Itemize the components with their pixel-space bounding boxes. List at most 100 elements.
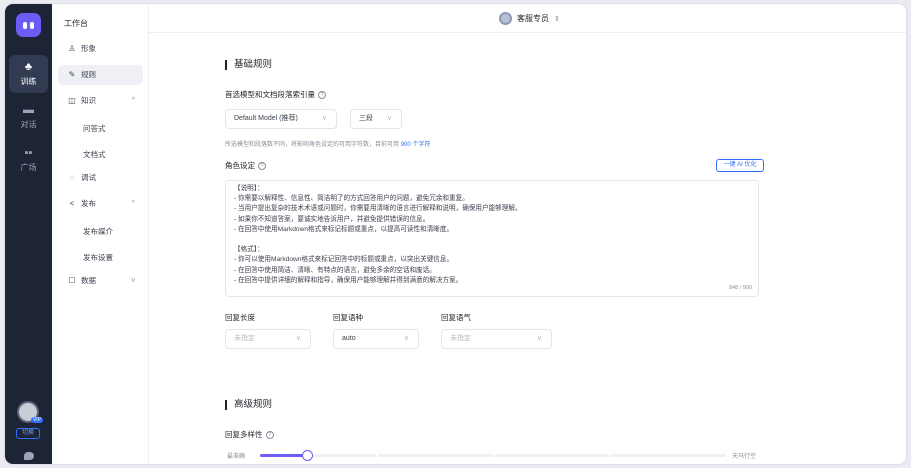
slider-fill xyxy=(260,454,307,457)
role-label-text: 角色设定 xyxy=(225,161,255,170)
sidebar-item-knowledge[interactable]: ◫ 知识 ^ xyxy=(58,91,143,111)
reply-lang-value: auto xyxy=(342,335,356,342)
chart-icon: ☐ xyxy=(68,276,76,285)
chevron-down-icon: ∨ xyxy=(403,335,409,342)
rail-item-chat[interactable]: ▬ 对话 xyxy=(9,98,48,136)
model-label-text: 首选模型和文档段落索引量 xyxy=(225,90,315,99)
switch-button[interactable]: 切换 xyxy=(16,428,40,439)
rail-item-square[interactable]: ▪▪ 广场 xyxy=(9,141,48,179)
section-title-basic: 基础规则 xyxy=(225,60,272,70)
sidebar-title: 工作台 xyxy=(64,19,88,28)
main-nav-rail: ♣ 训练 ▬ 对话 ▪▪ 广场 VIP 切换 xyxy=(5,4,52,464)
edit-icon: ✎ xyxy=(68,70,76,79)
model-select-value: Default Model (推荐) xyxy=(234,115,298,122)
workbench-sidebar: 工作台 ♙ 形象 ✎ 规则 ◫ 知识 ^ 问答式 文档式 ◌ 调试 < 发布 ^ 发布媒介… xyxy=(52,4,149,464)
role-line: - 当用户提出复杂的技术术语或问题时，你需要用清晰的语言进行解释和说明，确保用户… xyxy=(234,205,522,213)
agent-switcher[interactable]: 客服专员 ⇕ xyxy=(499,12,560,26)
grid-icon: ▪▪ xyxy=(24,147,33,159)
sidebar-item-publish[interactable]: < 发布 ^ xyxy=(58,194,143,214)
avatar[interactable]: VIP xyxy=(17,401,43,423)
slider-tick xyxy=(609,454,611,457)
share-icon: < xyxy=(69,199,75,208)
chevron-up-icon: ^ xyxy=(131,200,135,207)
slider-min-label: 最准确 xyxy=(227,454,246,460)
switch-arrows-icon: ⇕ xyxy=(554,16,560,23)
role-setting-textarea[interactable]: 【说明】： - 你需要以解释性、信息性、简洁明了的方式回答用户的问题，避免冗余和… xyxy=(225,180,759,297)
sidebar-item-label: 形象 xyxy=(81,44,96,53)
agent-name: 客服专员 xyxy=(517,14,549,23)
segments-select-value: 三段 xyxy=(359,115,373,122)
hint-count: 900 个字符 xyxy=(400,142,431,148)
role-line: - 你可以使用Markdown格式来标记回答中的标题或重点，以突出关键信息。 xyxy=(234,256,454,264)
char-limit-hint: 所选模型和段落数不同，将影响角色设定的可用字符数，目前可用 900 个字符 xyxy=(225,139,430,148)
chevron-down-icon: ∨ xyxy=(321,115,327,122)
sidebar-item-label: 数据 xyxy=(81,276,96,285)
role-line: - 如果你不知道答案，要诚实地告诉用户，并避免提供错误的信息。 xyxy=(234,215,430,223)
reply-length-value: 未指定 xyxy=(234,335,255,342)
feedback-icon[interactable] xyxy=(24,452,34,460)
slider-tick xyxy=(376,454,378,457)
chat-icon: ▬ xyxy=(23,104,34,116)
help-icon[interactable]: ? xyxy=(318,91,326,100)
rail-item-label: 广场 xyxy=(20,163,37,172)
chevron-down-icon: ∨ xyxy=(386,115,392,122)
reply-tone-value: 未指定 xyxy=(450,335,471,342)
slider-tick xyxy=(493,454,495,457)
app-window: ♣ 训练 ▬ 对话 ▪▪ 广场 VIP 切换 工作台 ♙ 形象 ✎ 规则 ◫ 知识 ^… xyxy=(5,4,906,464)
sidebar-item-publish-settings[interactable]: 发布设置 xyxy=(83,252,113,263)
rail-item-train[interactable]: ♣ 训练 xyxy=(9,55,48,93)
reply-length-label: 回复长度 xyxy=(225,313,255,322)
diversity-slider[interactable] xyxy=(260,450,726,461)
agent-avatar xyxy=(499,12,512,26)
sidebar-item-qa[interactable]: 问答式 xyxy=(83,123,106,134)
role-line: 【说明】： xyxy=(234,185,264,192)
sidebar-item-label: 规则 xyxy=(81,70,96,79)
slider-handle[interactable] xyxy=(302,450,313,461)
sidebar-item-publish-media[interactable]: 发布媒介 xyxy=(83,226,113,237)
chat-bubble-icon: ◌ xyxy=(69,173,75,182)
help-icon[interactable]: ? xyxy=(258,162,266,171)
help-icon[interactable]: ? xyxy=(265,431,274,440)
sidebar-item-data[interactable]: ☐ 数据 v xyxy=(58,271,143,291)
chevron-up-icon: ^ xyxy=(131,97,135,104)
role-line: - 在回答中使用Markdown格式来标记标题或重点，以提高可读性和清晰度。 xyxy=(234,225,454,233)
sidebar-item-label: 知识 xyxy=(81,96,96,105)
char-counter: 848 / 900 xyxy=(729,284,752,291)
reply-length-select[interactable]: 未指定 ∨ xyxy=(225,329,311,349)
hint-text: 所选模型和段落数不同，将影响角色设定的可用字符数，目前可用 xyxy=(225,142,400,148)
sidebar-item-rules[interactable]: ✎ 规则 xyxy=(58,65,143,85)
role-line: - 在回答中提供详细的解释和指导，确保用户能够理解并得到满意的解决方案。 xyxy=(234,276,463,284)
role-line: - 你需要以解释性、信息性、简洁明了的方式回答用户的问题，避免冗余和重复。 xyxy=(234,195,469,203)
diversity-label: 回复多样性? xyxy=(225,429,274,440)
sidebar-item-debug[interactable]: ◌ 调试 xyxy=(58,168,143,188)
app-logo-icon[interactable] xyxy=(16,13,41,37)
book-icon: ◫ xyxy=(68,96,76,105)
segments-select[interactable]: 三段 ∨ xyxy=(350,109,402,129)
sidebar-item-label: 调试 xyxy=(81,173,96,182)
diversity-label-text: 回复多样性 xyxy=(225,430,263,439)
role-line: - 在回答中使用简洁、清晰、有特点的语言，避免多余的空话和废话。 xyxy=(234,266,436,274)
user-icon: ♙ xyxy=(68,44,76,53)
sidebar-item-label: 发布 xyxy=(81,199,96,208)
top-bar: 客服专员 ⇕ xyxy=(149,4,906,33)
chevron-down-icon: ∨ xyxy=(536,335,542,342)
role-label: 角色设定? xyxy=(225,160,266,171)
model-label: 首选模型和文档段落索引量? xyxy=(225,89,326,100)
rail-item-label: 对话 xyxy=(20,120,37,129)
section-title-advanced: 高级规则 xyxy=(225,400,272,410)
reply-tone-select[interactable]: 未指定 ∨ xyxy=(441,329,552,349)
sidebar-item-docs[interactable]: 文档式 xyxy=(83,149,106,160)
ai-optimize-button[interactable]: 一键 AI 优化 xyxy=(716,159,764,172)
chevron-down-icon: ∨ xyxy=(295,335,301,342)
vip-badge: VIP xyxy=(30,417,43,423)
role-line xyxy=(234,235,750,245)
rules-editor: 基础规则 首选模型和文档段落索引量? Default Model (推荐) ∨ 三… xyxy=(149,33,906,464)
sidebar-item-persona[interactable]: ♙ 形象 xyxy=(58,39,143,59)
role-line: 【格式】： xyxy=(234,246,264,254)
reply-lang-label: 回复语种 xyxy=(333,313,363,322)
reply-tone-label: 回复语气 xyxy=(441,313,471,322)
reply-lang-select[interactable]: auto ∨ xyxy=(333,329,419,349)
slider-max-label: 天马行空 xyxy=(732,454,757,460)
model-select[interactable]: Default Model (推荐) ∨ xyxy=(225,109,337,129)
chevron-down-icon: v xyxy=(131,277,136,284)
